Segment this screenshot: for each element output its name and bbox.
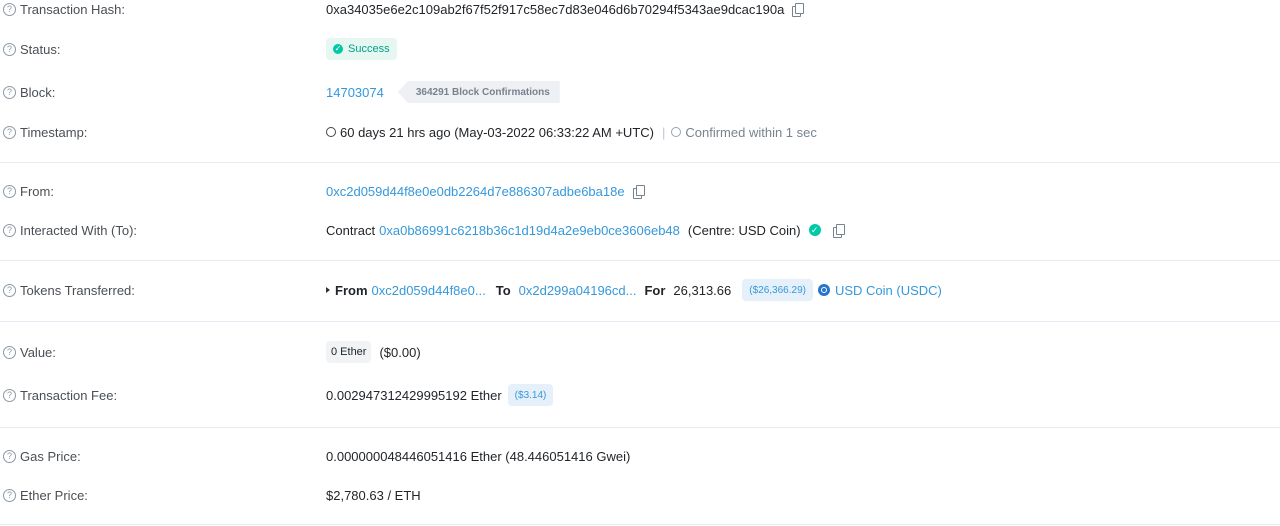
separator: | bbox=[661, 124, 666, 140]
from-address-link[interactable]: 0xc2d059d44f8e0e0db2264d7e886307adbe6ba1… bbox=[326, 184, 625, 199]
help-icon[interactable]: ? bbox=[3, 449, 16, 463]
help-icon[interactable]: ? bbox=[3, 388, 16, 402]
value-row: ? Value: 0 Ether ($0.00) bbox=[0, 341, 1280, 363]
divider bbox=[0, 524, 1280, 525]
tokens-row: ? Tokens Transferred: From 0xc2d059d44f8… bbox=[0, 279, 1280, 301]
help-icon[interactable]: ? bbox=[3, 283, 16, 297]
divider bbox=[0, 260, 1280, 261]
copy-icon[interactable] bbox=[832, 223, 845, 238]
timestamp-label-group: ? Timestamp: bbox=[3, 122, 87, 142]
block-label: Block: bbox=[20, 84, 56, 100]
token-name-link[interactable]: USD Coin (USDC) bbox=[835, 283, 942, 298]
help-icon[interactable]: ? bbox=[3, 125, 16, 139]
help-icon[interactable]: ? bbox=[3, 42, 16, 56]
value-value-group: 0 Ether ($0.00) bbox=[326, 341, 421, 363]
status-value-group: ✓ Success bbox=[326, 38, 397, 60]
gas-price-value-group: 0.000000048446051416 Ether (48.446051416… bbox=[326, 446, 630, 466]
token-to-link[interactable]: 0x2d299a04196cd... bbox=[519, 283, 637, 298]
block-row: ? Block: 14703074 364291 Block Confirmat… bbox=[0, 81, 1280, 103]
divider bbox=[0, 427, 1280, 428]
ether-price-label-group: ? Ether Price: bbox=[3, 485, 88, 505]
divider bbox=[0, 162, 1280, 163]
check-circle-icon: ✓ bbox=[333, 44, 343, 54]
status-label-group: ? Status: bbox=[3, 39, 60, 59]
ether-price-label: Ether Price: bbox=[20, 487, 88, 503]
verified-check-icon: ✓ bbox=[808, 224, 821, 236]
block-number-link[interactable]: 14703074 bbox=[326, 85, 384, 100]
fee-usd-badge: ($3.14) bbox=[507, 384, 554, 406]
help-icon[interactable]: ? bbox=[3, 345, 16, 359]
copy-icon[interactable] bbox=[632, 184, 645, 199]
ether-price-row: ? Ether Price: $2,780.63 / ETH bbox=[0, 485, 1280, 505]
fee-label: Transaction Fee: bbox=[20, 387, 118, 403]
status-label: Status: bbox=[20, 41, 61, 57]
contract-address-link[interactable]: 0xa0b86991c6218b36c1d19d4a2e9eb0ce3606eb… bbox=[379, 223, 680, 238]
status-badge: ✓ Success bbox=[326, 38, 397, 60]
tokens-label-group: ? Tokens Transferred: bbox=[3, 280, 135, 300]
gas-price-label: Gas Price: bbox=[20, 448, 81, 464]
tx-hash-value-group: 0xa34035e6e2c109ab2f67f52f917c58ec7d83e0… bbox=[326, 0, 805, 19]
caret-right-icon bbox=[326, 287, 330, 293]
help-icon[interactable]: ? bbox=[3, 488, 16, 502]
fee-value-group: 0.002947312429995192 Ether ($3.14) bbox=[326, 384, 554, 406]
block-value-group: 14703074 364291 Block Confirmations bbox=[326, 81, 560, 103]
tx-hash-value: 0xa34035e6e2c109ab2f67f52f917c58ec7d83e0… bbox=[326, 1, 785, 17]
confirmed-within-text: Confirmed within 1 sec bbox=[685, 124, 817, 140]
divider bbox=[0, 321, 1280, 322]
help-icon[interactable]: ? bbox=[3, 223, 16, 237]
value-usd: ($0.00) bbox=[379, 344, 421, 360]
tokens-value-group: From 0xc2d059d44f8e0... To 0x2d299a04196… bbox=[326, 279, 942, 301]
token-from-label: From bbox=[335, 282, 368, 298]
contract-prefix: Contract bbox=[326, 222, 376, 238]
ether-value-badge: 0 Ether bbox=[326, 341, 372, 363]
tokens-label: Tokens Transferred: bbox=[20, 282, 135, 298]
value-label: Value: bbox=[20, 344, 56, 360]
gas-price-label-group: ? Gas Price: bbox=[3, 446, 81, 466]
value-label-group: ? Value: bbox=[3, 342, 56, 362]
fee-label-group: ? Transaction Fee: bbox=[3, 385, 117, 405]
interacted-row: ? Interacted With (To): Contract 0xa0b86… bbox=[0, 220, 1280, 240]
gas-price-row: ? Gas Price: 0.000000048446051416 Ether … bbox=[0, 446, 1280, 466]
block-label-group: ? Block: bbox=[3, 82, 55, 102]
from-row: ? From: 0xc2d059d44f8e0e0db2264d7e886307… bbox=[0, 181, 1280, 201]
from-value-group: 0xc2d059d44f8e0e0db2264d7e886307adbe6ba1… bbox=[326, 181, 645, 201]
stopwatch-icon bbox=[671, 127, 682, 137]
timestamp-value: 60 days 21 hrs ago (May-03-2022 06:33:22… bbox=[340, 124, 654, 140]
fee-row: ? Transaction Fee: 0.002947312429995192 … bbox=[0, 384, 1280, 406]
fee-value: 0.002947312429995192 Ether bbox=[326, 387, 502, 403]
gas-price-value: 0.000000048446051416 Ether (48.446051416… bbox=[326, 448, 631, 464]
contract-name: (Centre: USD Coin) bbox=[687, 222, 801, 238]
token-from-link[interactable]: 0xc2d059d44f8e0... bbox=[372, 283, 486, 298]
timestamp-row: ? Timestamp: 60 days 21 hrs ago (May-03-… bbox=[0, 122, 1280, 142]
tx-hash-label-group: ? Transaction Hash: bbox=[3, 0, 125, 19]
from-label: From: bbox=[20, 183, 54, 199]
token-to-label: To bbox=[495, 282, 511, 298]
interacted-label: Interacted With (To): bbox=[20, 222, 138, 238]
ether-price-value: $2,780.63 / ETH bbox=[326, 487, 421, 503]
tx-hash-label: Transaction Hash: bbox=[20, 1, 126, 17]
clock-icon bbox=[326, 127, 336, 137]
help-icon[interactable]: ? bbox=[3, 85, 16, 99]
help-icon[interactable]: ? bbox=[3, 184, 16, 198]
token-for-label: For bbox=[644, 282, 666, 298]
interacted-label-group: ? Interacted With (To): bbox=[3, 220, 137, 240]
interacted-value-group: Contract 0xa0b86991c6218b36c1d19d4a2e9eb… bbox=[326, 220, 845, 240]
status-text: Success bbox=[348, 43, 390, 55]
timestamp-label: Timestamp: bbox=[20, 124, 88, 140]
status-row: ? Status: ✓ Success bbox=[0, 38, 1280, 60]
token-amount: 26,313.66 bbox=[673, 282, 732, 298]
ether-price-value-group: $2,780.63 / ETH bbox=[326, 485, 421, 505]
tx-hash-row: ? Transaction Hash: 0xa34035e6e2c109ab2f… bbox=[0, 0, 1280, 19]
block-confirmations-badge: 364291 Block Confirmations bbox=[397, 81, 560, 103]
help-icon[interactable]: ? bbox=[3, 2, 16, 16]
usdc-icon bbox=[817, 284, 830, 296]
from-label-group: ? From: bbox=[3, 181, 54, 201]
token-usd-badge: ($26,366.29) bbox=[742, 279, 813, 301]
copy-icon[interactable] bbox=[792, 2, 805, 17]
timestamp-value-group: 60 days 21 hrs ago (May-03-2022 06:33:22… bbox=[326, 122, 817, 142]
